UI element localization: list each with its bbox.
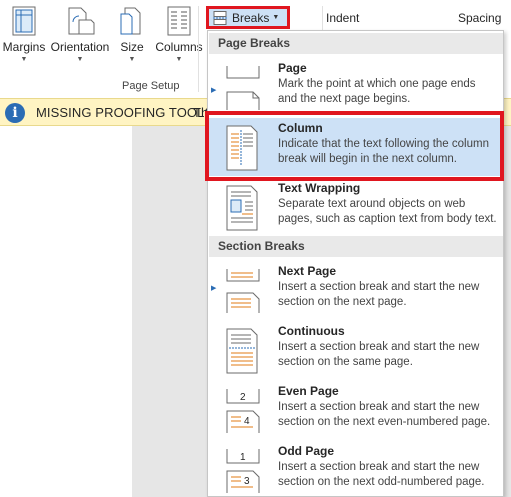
menu-item-even-page[interactable]: 2 4 Even Page Insert a section break and… [209, 381, 503, 439]
next-page-icon [226, 269, 260, 313]
chevron-down-icon: ▼ [20, 56, 28, 63]
desc-line: Insert a section break and start the new [278, 341, 480, 353]
group-divider [198, 6, 199, 92]
desc-line: and the next page begins. [278, 93, 411, 105]
page-breaks-header: Page Breaks [209, 33, 503, 54]
menu-item-column[interactable]: Column Indicate that the text following … [209, 118, 503, 176]
chevron-down-icon: ▼ [272, 14, 280, 21]
menu-item-title: Page [278, 61, 307, 75]
page-number: 1 [240, 452, 246, 463]
desc-line: Insert a section break and start the new [278, 461, 480, 473]
desc-line: section on the same page. [278, 356, 413, 368]
page-break-icon [226, 66, 260, 110]
indent-label: Indent [326, 11, 360, 25]
desc-line: section on the next even-numbered page. [278, 416, 491, 428]
odd-page-icon: 1 3 [226, 449, 260, 493]
margins-button[interactable]: Margins ▼ [2, 6, 46, 63]
menu-item-description: Indicate that the text following the col… [278, 137, 504, 167]
margins-label: Margins [2, 40, 46, 54]
menu-item-description: Mark the point at which one page ends an… [278, 77, 504, 107]
page-number: 2 [240, 392, 246, 403]
menu-item-title: Odd Page [278, 444, 335, 458]
menu-item-description: Insert a section break and start the new… [278, 460, 504, 490]
section-breaks-header: Section Breaks [209, 236, 503, 257]
desc-line: section on the next odd-numbered page. [278, 476, 485, 488]
page-number: 4 [244, 416, 250, 427]
chevron-down-icon: ▼ [128, 56, 136, 63]
desc-line: break will begin in the next column. [278, 153, 457, 165]
margins-icon [12, 6, 36, 36]
menu-item-continuous[interactable]: Continuous Insert a section break and st… [209, 321, 503, 379]
desc-line: Insert a section break and start the new [278, 281, 480, 293]
size-button[interactable]: Size ▼ [116, 6, 148, 63]
columns-icon [167, 6, 191, 36]
document-page[interactable] [0, 126, 132, 497]
pointer-triangle-icon: ▶ [211, 285, 217, 292]
desc-line: pages, such as caption text from body te… [278, 213, 497, 225]
spacing-label: Spacing [458, 11, 502, 25]
menu-item-title: Continuous [278, 324, 345, 338]
infobar-message: Th [193, 105, 209, 120]
size-label: Size [120, 40, 144, 54]
even-page-icon: 2 4 [226, 389, 260, 433]
orientation-button[interactable]: Orientation ▼ [48, 6, 112, 63]
breaks-button[interactable]: Breaks ▼ [206, 6, 290, 29]
desc-line: Insert a section break and start the new [278, 401, 480, 413]
menu-item-title: Next Page [278, 264, 337, 278]
infobar-title: MISSING PROOFING TOOLS [36, 105, 214, 120]
page-number: 3 [244, 476, 250, 487]
menu-item-description: Insert a section break and start the new… [278, 280, 504, 310]
desc-line: Separate text around objects on web [278, 198, 466, 210]
menu-item-odd-page[interactable]: 1 3 Odd Page Insert a section break and … [209, 441, 503, 497]
desc-line: Indicate that the text following the col… [278, 138, 489, 150]
size-icon [120, 7, 141, 35]
pointer-triangle-icon: ▶ [211, 87, 217, 94]
menu-item-description: Insert a section break and start the new… [278, 340, 504, 370]
menu-item-description: Insert a section break and start the new… [278, 400, 504, 430]
chevron-down-icon: ▼ [76, 56, 84, 63]
menu-item-page[interactable]: Page Mark the point at which one page en… [209, 58, 503, 116]
breaks-icon [213, 10, 228, 25]
desc-line: Mark the point at which one page ends [278, 78, 476, 90]
info-icon: i [5, 103, 25, 123]
continuous-icon [226, 328, 258, 374]
text-wrapping-icon [226, 185, 258, 231]
menu-item-title: Even Page [278, 384, 339, 398]
orientation-label: Orientation [50, 40, 110, 54]
menu-item-next-page[interactable]: Next Page Insert a section break and sta… [209, 261, 503, 319]
menu-item-title: Column [278, 121, 323, 135]
column-break-icon [226, 125, 258, 171]
desc-line: section on the next page. [278, 296, 407, 308]
orientation-icon [68, 7, 95, 35]
breaks-label: Breaks [232, 10, 270, 25]
menu-item-title: Text Wrapping [278, 181, 361, 195]
breaks-menu: Page Breaks Page Mark the point at which… [207, 30, 504, 497]
page-setup-group-label: Page Setup [122, 80, 180, 92]
menu-item-description: Separate text around objects on web page… [278, 197, 504, 227]
menu-item-text-wrapping[interactable]: Text Wrapping Separate text around objec… [209, 178, 503, 236]
